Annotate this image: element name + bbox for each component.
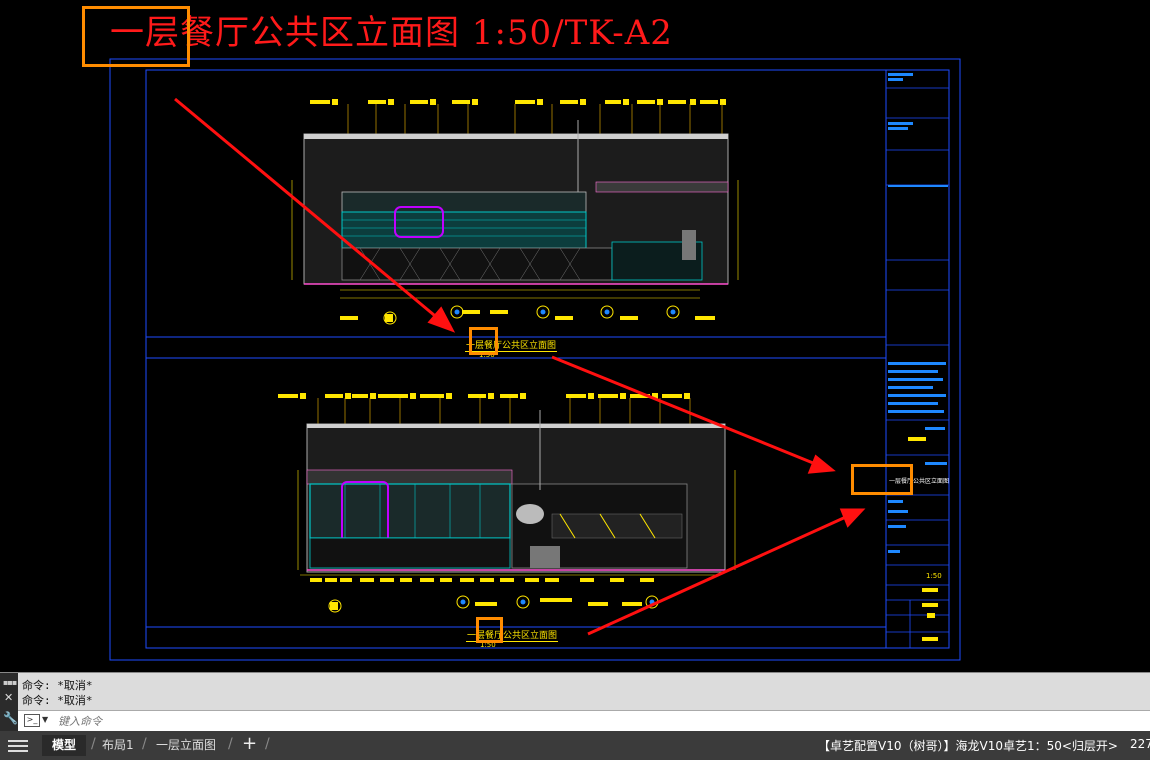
grip-icon[interactable]: ▪▪▪ bbox=[3, 678, 17, 687]
tab-separator: / bbox=[228, 736, 233, 752]
drawing-title: 一层餐厅公共区立面图 1:50/TK-A2 bbox=[110, 13, 673, 53]
command-panel: ▪▪▪ ✕ 🔧 命令: *取消* 命令: *取消* >_ ▼ bbox=[0, 672, 1150, 732]
command-history-line: 命令: *取消* bbox=[22, 694, 93, 707]
command-input[interactable] bbox=[56, 713, 960, 730]
tab-layout1[interactable]: 布局1 bbox=[92, 735, 144, 756]
top-cyan-panel bbox=[341, 211, 587, 249]
top-caption-highlight-box bbox=[469, 327, 498, 355]
menu-icon[interactable] bbox=[8, 737, 28, 755]
status-bar: 模型 / 布局1 / 一层立面图 / + / 【卓艺配置V10（树哥）】海龙V1… bbox=[0, 731, 1150, 760]
top-dim-labels bbox=[310, 99, 726, 105]
drawing-svg bbox=[109, 58, 961, 661]
top-elevation bbox=[291, 99, 739, 325]
command-picker-icon[interactable]: >_ bbox=[24, 714, 40, 727]
chevron-down-icon[interactable]: ▼ bbox=[42, 715, 48, 724]
titleblock-scale: 1:50 bbox=[926, 572, 942, 580]
titleblock-highlight-box bbox=[851, 464, 913, 495]
bottom-caption-highlight-box bbox=[476, 617, 503, 643]
tab-elevation[interactable]: 一层立面图 bbox=[146, 735, 226, 756]
command-input-row: >_ ▼ bbox=[18, 710, 1150, 732]
bottom-elevation bbox=[278, 393, 736, 613]
tab-model[interactable]: 模型 bbox=[42, 735, 87, 756]
command-history-line: 命令: *取消* bbox=[22, 679, 93, 692]
add-layout-icon[interactable]: + bbox=[242, 733, 257, 754]
command-grip[interactable]: ▪▪▪ ✕ 🔧 bbox=[0, 673, 18, 731]
tab-separator: / bbox=[265, 736, 270, 752]
top-lower-cabinet bbox=[341, 247, 613, 281]
drawing-canvas[interactable]: 一层餐厅公共区立面图 1:50/TK-A2 一层餐厅公共区立面图 1:50 一层… bbox=[0, 0, 1150, 672]
wrench-icon[interactable]: 🔧 bbox=[3, 711, 18, 725]
close-icon[interactable]: ✕ bbox=[4, 691, 13, 704]
bottom-dim-labels bbox=[278, 393, 690, 399]
titleblock-grid bbox=[886, 87, 949, 648]
status-info[interactable]: 【卓艺配置V10（树哥）】海龙V10卓艺1：50<归层开> bbox=[818, 737, 1118, 754]
coordinate-readout: 227 bbox=[1130, 737, 1150, 751]
title-highlight-box bbox=[82, 6, 190, 67]
